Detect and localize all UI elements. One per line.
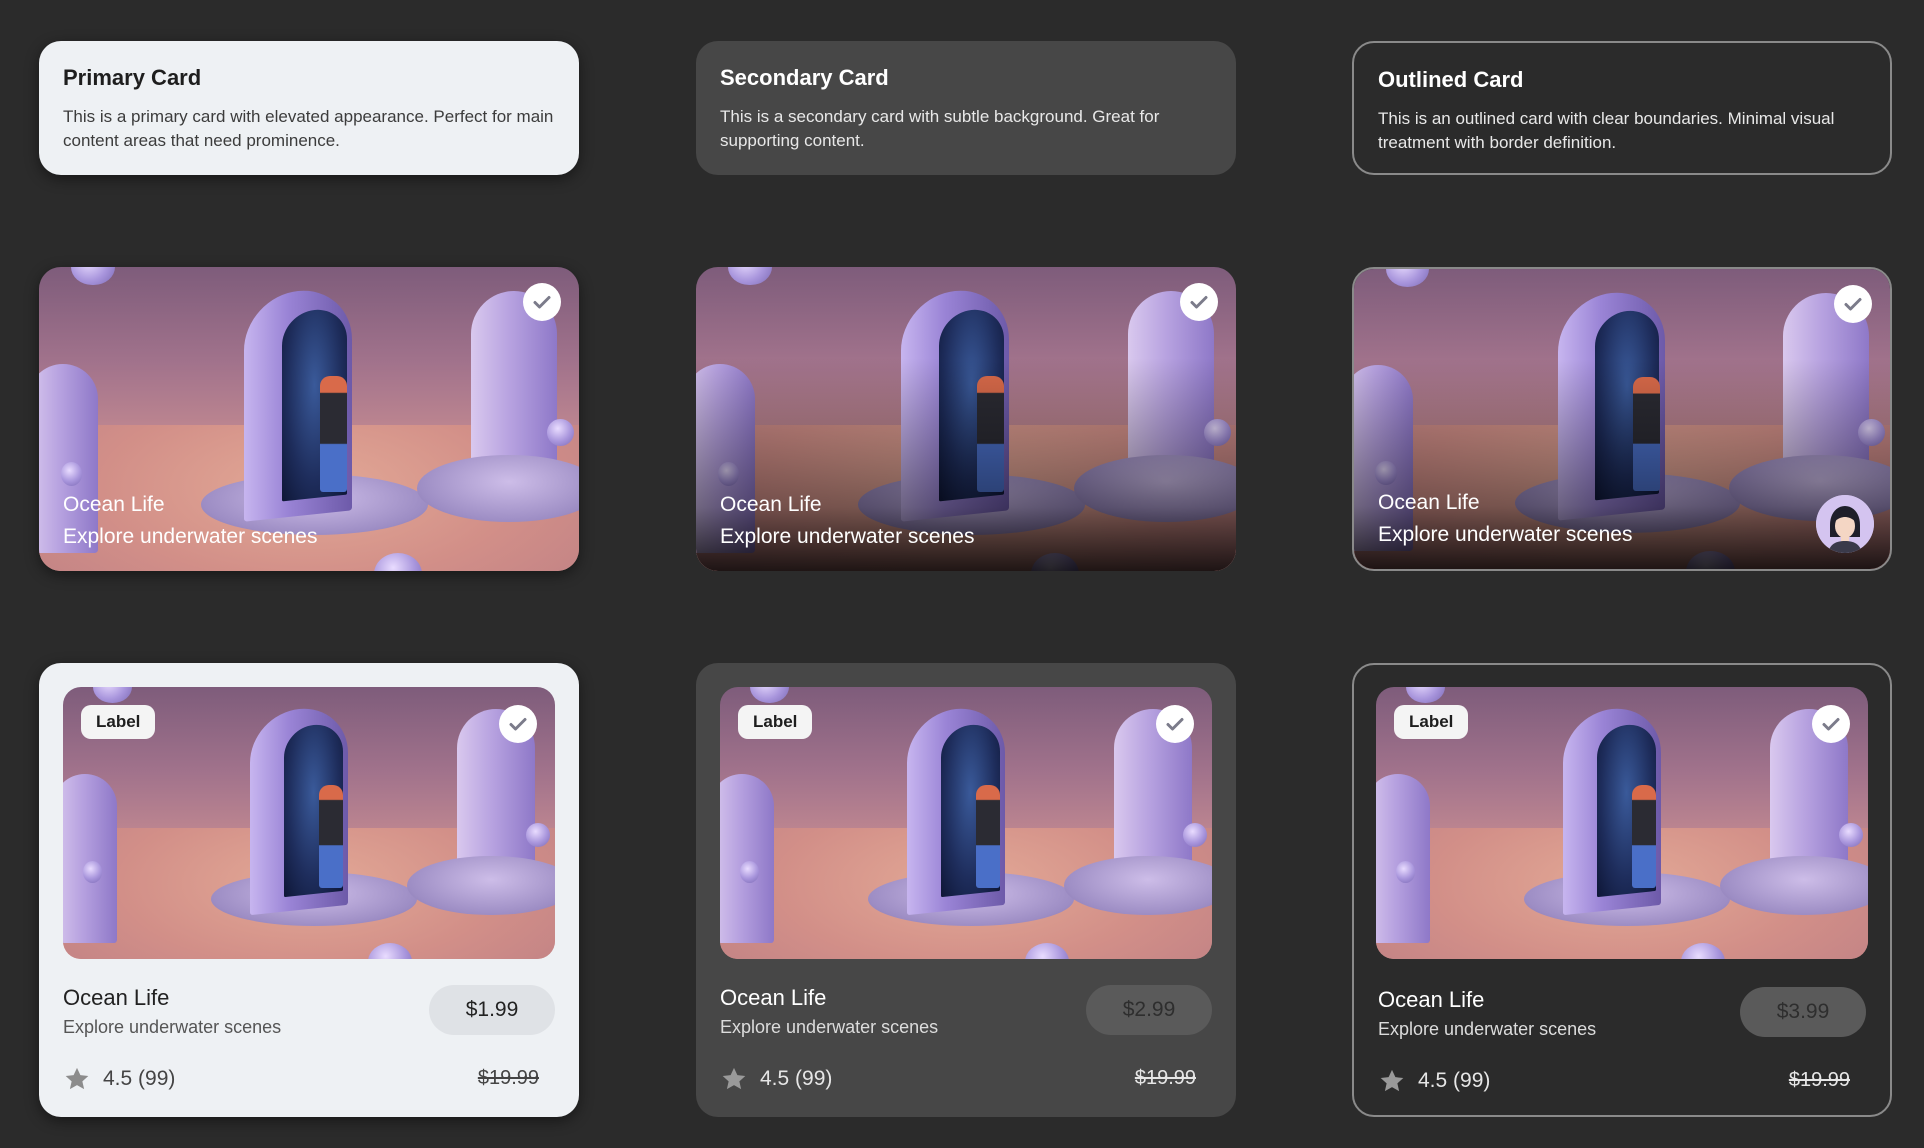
rating: 4.5 (99) bbox=[1378, 1067, 1490, 1095]
product-title: Ocean Life bbox=[63, 985, 170, 1010]
check-circle-icon[interactable] bbox=[1180, 283, 1218, 321]
secondary-card[interactable]: Secondary Card This is a secondary card … bbox=[696, 41, 1236, 175]
media-card-secondary[interactable]: Ocean Life Explore underwater scenes bbox=[696, 267, 1236, 571]
rating-value: 4.5 (99) bbox=[760, 1067, 833, 1090]
media-subtitle: Explore underwater scenes bbox=[1378, 523, 1633, 546]
media-title: Ocean Life bbox=[1378, 491, 1480, 514]
card-description: This is an outlined card with clear boun… bbox=[1378, 109, 1835, 152]
product-subtitle: Explore underwater scenes bbox=[1378, 1019, 1597, 1039]
check-circle-icon[interactable] bbox=[1156, 705, 1194, 743]
ocean-life-image: Label bbox=[63, 687, 555, 959]
media-subtitle: Explore underwater scenes bbox=[720, 525, 975, 548]
rating-value: 4.5 (99) bbox=[103, 1067, 176, 1090]
product-title: Ocean Life bbox=[1378, 987, 1485, 1012]
ocean-life-image: Label bbox=[1376, 687, 1868, 959]
media-title: Ocean Life bbox=[63, 493, 165, 516]
media-caption: Ocean Life Explore underwater scenes bbox=[1378, 491, 1632, 547]
label-chip: Label bbox=[81, 705, 156, 739]
label-chip: Label bbox=[738, 705, 813, 739]
price-button[interactable]: $1.99 bbox=[429, 985, 555, 1035]
product-card-primary[interactable]: Label Ocean Life Explore underwater scen… bbox=[39, 663, 579, 1117]
media-subtitle: Explore underwater scenes bbox=[63, 525, 318, 548]
card-description: This is a secondary card with subtle bac… bbox=[720, 107, 1160, 150]
primary-card[interactable]: Primary Card This is a primary card with… bbox=[39, 41, 579, 175]
media-caption: Ocean Life Explore underwater scenes bbox=[63, 493, 317, 549]
price-button[interactable]: $2.99 bbox=[1086, 985, 1212, 1035]
product-card-secondary[interactable]: Label Ocean Life Explore underwater scen… bbox=[696, 663, 1236, 1117]
original-price: $19.99 bbox=[1788, 1069, 1850, 1091]
product-title: Ocean Life bbox=[720, 985, 827, 1010]
product-subtitle: Explore underwater scenes bbox=[63, 1017, 282, 1037]
original-price: $19.99 bbox=[1134, 1067, 1196, 1089]
outlined-card[interactable]: Outlined Card This is an outlined card w… bbox=[1352, 41, 1892, 175]
star-icon bbox=[1380, 1069, 1404, 1092]
media-card-primary[interactable]: Ocean Life Explore underwater scenes bbox=[39, 267, 579, 571]
card-title: Secondary Card bbox=[720, 65, 889, 90]
check-circle-icon[interactable] bbox=[523, 283, 561, 321]
original-price: $19.99 bbox=[477, 1067, 539, 1089]
check-circle-icon[interactable] bbox=[499, 705, 537, 743]
rating: 4.5 (99) bbox=[720, 1065, 832, 1093]
label-chip: Label bbox=[1394, 705, 1469, 739]
media-caption: Ocean Life Explore underwater scenes bbox=[720, 493, 974, 549]
card-title: Outlined Card bbox=[1378, 67, 1524, 92]
star-icon bbox=[722, 1067, 746, 1090]
card-title: Primary Card bbox=[63, 65, 202, 90]
card-description: This is a primary card with elevated app… bbox=[63, 107, 554, 150]
avatar[interactable] bbox=[1816, 495, 1874, 553]
rating: 4.5 (99) bbox=[63, 1065, 175, 1093]
media-title: Ocean Life bbox=[720, 493, 822, 516]
check-circle-icon[interactable] bbox=[1812, 705, 1850, 743]
star-icon bbox=[65, 1067, 89, 1090]
ocean-life-image: Label bbox=[720, 687, 1212, 959]
rating-value: 4.5 (99) bbox=[1418, 1069, 1491, 1092]
price-button[interactable]: $3.99 bbox=[1740, 987, 1866, 1037]
media-card-outlined[interactable]: Ocean Life Explore underwater scenes bbox=[1352, 267, 1892, 571]
product-card-outlined[interactable]: Label Ocean Life Explore underwater scen… bbox=[1352, 663, 1892, 1117]
product-subtitle: Explore underwater scenes bbox=[720, 1017, 939, 1037]
check-circle-icon[interactable] bbox=[1834, 285, 1872, 323]
